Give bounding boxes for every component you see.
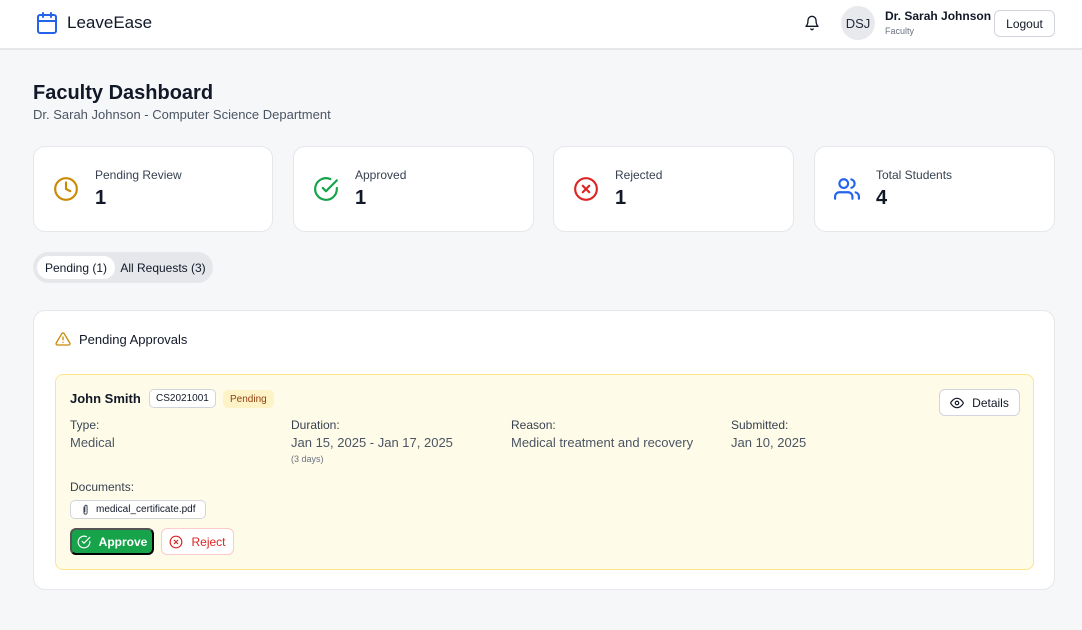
user-role: Faculty	[885, 26, 915, 36]
submitted-label: Submitted:	[731, 418, 789, 432]
stat-card-students: Total Students 4	[814, 146, 1055, 232]
stat-value: 1	[615, 187, 627, 209]
stat-value: 4	[876, 187, 888, 209]
stat-value: 1	[355, 187, 367, 209]
request-tabs: Pending (1) All Requests (3)	[33, 252, 213, 283]
x-circle-icon	[573, 176, 599, 202]
page-title: Faculty Dashboard	[33, 82, 214, 104]
panel-title: Pending Approvals	[79, 332, 188, 347]
details-button[interactable]: Details	[939, 389, 1020, 416]
tab-all-requests[interactable]: All Requests (3)	[117, 256, 209, 279]
reason-value: Medical treatment and recovery	[511, 435, 694, 450]
stat-card-approved: Approved 1	[293, 146, 534, 232]
stat-value: 1	[95, 187, 107, 209]
paperclip-icon	[83, 504, 88, 515]
document-chip[interactable]: medical_certificate.pdf	[70, 500, 206, 519]
users-icon	[834, 176, 860, 202]
duration-value: Jan 15, 2025 - Jan 17, 2025	[291, 435, 453, 450]
top-header: LeaveEase DSJ Dr. Sarah Johnson Faculty …	[0, 0, 1082, 50]
check-circle-icon	[313, 176, 339, 202]
calendar-icon	[35, 11, 59, 35]
pending-approvals-panel: Pending Approvals John Smith CS2021001 P…	[33, 310, 1055, 590]
student-name: John Smith	[70, 391, 141, 406]
tab-pending[interactable]: Pending (1)	[37, 256, 115, 279]
stat-label: Total Students	[876, 168, 953, 182]
app-name: LeaveEase	[67, 13, 153, 32]
user-name: Dr. Sarah Johnson	[885, 9, 992, 23]
page-subtitle: Dr. Sarah Johnson - Computer Science Dep…	[33, 107, 331, 122]
clock-icon	[53, 176, 79, 202]
reject-label: Reject	[191, 534, 226, 549]
stat-label: Pending Review	[95, 168, 182, 182]
type-label: Type:	[70, 418, 100, 432]
submitted-value: Jan 10, 2025	[731, 435, 807, 450]
check-circle-icon	[77, 535, 91, 548]
stat-card-rejected: Rejected 1	[553, 146, 794, 232]
warning-icon	[55, 331, 71, 347]
status-badge: Pending	[223, 390, 274, 408]
stat-card-pending: Pending Review 1	[33, 146, 273, 232]
reject-button[interactable]: Reject	[161, 528, 234, 555]
details-label: Details	[972, 395, 1009, 410]
duration-days: (3 days)	[291, 454, 324, 464]
eye-icon	[950, 397, 965, 408]
leave-request-card: John Smith CS2021001 Pending Details Typ…	[55, 374, 1034, 570]
approve-label: Approve	[98, 534, 148, 549]
avatar[interactable]: DSJ	[841, 6, 875, 40]
type-value: Medical	[70, 435, 115, 450]
documents-label: Documents:	[70, 480, 135, 494]
reason-label: Reason:	[511, 418, 556, 432]
stat-label: Rejected	[615, 168, 663, 182]
duration-label: Duration:	[291, 418, 340, 432]
document-name: medical_certificate.pdf	[96, 504, 196, 515]
bell-icon[interactable]	[804, 15, 820, 31]
stat-label: Approved	[355, 168, 407, 182]
x-circle-icon	[170, 535, 183, 548]
student-id-badge: CS2021001	[149, 389, 216, 408]
approve-button[interactable]: Approve	[70, 528, 154, 555]
logout-button[interactable]: Logout	[994, 10, 1055, 37]
